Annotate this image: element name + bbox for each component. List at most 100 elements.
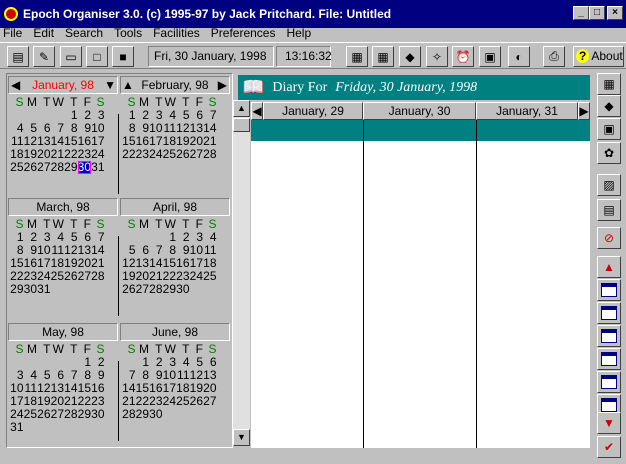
day-cell[interactable]: 30 bbox=[176, 283, 189, 296]
day-column-header[interactable]: January, 30 bbox=[363, 102, 476, 120]
day-cell[interactable]: 25 bbox=[163, 148, 176, 161]
month-header[interactable]: ◀ January, 98 ▼ bbox=[8, 76, 118, 94]
next-day-button[interactable]: ▶ bbox=[578, 102, 590, 120]
day-cell[interactable]: 31 bbox=[37, 283, 50, 296]
day-cell[interactable]: 25 bbox=[51, 270, 64, 283]
prev-month-icon[interactable]: ◀ bbox=[11, 77, 20, 93]
minimize-button[interactable]: _ bbox=[573, 6, 589, 20]
day-cell[interactable]: 29 bbox=[10, 283, 23, 296]
day-cell[interactable]: 28 bbox=[64, 408, 77, 421]
chart-icon[interactable]: ▨ bbox=[597, 174, 621, 196]
day-cell[interactable]: 30 bbox=[91, 408, 104, 421]
day-cell[interactable]: 24 bbox=[149, 148, 162, 161]
day-cell[interactable]: 27 bbox=[37, 161, 50, 174]
tasks-icon[interactable]: ▣ bbox=[597, 118, 621, 140]
open-icon[interactable]: ✎ bbox=[33, 46, 55, 67]
menu-preferences[interactable]: Preferences bbox=[211, 26, 276, 40]
printer-diary-icon[interactable]: ▦ bbox=[346, 46, 368, 67]
scroll-thumb[interactable] bbox=[233, 118, 250, 132]
menu-tools[interactable]: Tools bbox=[114, 26, 142, 40]
day-cell[interactable]: 27 bbox=[51, 408, 64, 421]
close-button[interactable]: × bbox=[607, 6, 623, 20]
print-icon[interactable]: ⎙ bbox=[543, 46, 565, 67]
day-2-icon[interactable] bbox=[597, 302, 621, 324]
day-3-icon[interactable] bbox=[597, 325, 621, 347]
day-cell[interactable]: 24 bbox=[163, 395, 176, 408]
scroll-up-button[interactable]: ▲ bbox=[233, 100, 250, 117]
day-cell[interactable]: 27 bbox=[136, 283, 149, 296]
year-calendar-icon[interactable]: ▤ bbox=[597, 199, 621, 221]
calendar-icon[interactable]: ▦ bbox=[597, 73, 621, 95]
month-header[interactable]: April, 98 bbox=[120, 198, 230, 216]
day-cell[interactable]: 25 bbox=[203, 270, 216, 283]
down-arrow-icon[interactable]: ▼ bbox=[597, 412, 621, 434]
day-cell[interactable]: 29 bbox=[136, 408, 149, 421]
day-cell[interactable]: 25 bbox=[176, 395, 189, 408]
month-header[interactable]: June, 98 bbox=[120, 323, 230, 341]
calendar-icon[interactable]: ▦ bbox=[372, 46, 394, 67]
day-cell[interactable]: 27 bbox=[203, 395, 216, 408]
blank-page-icon[interactable]: □ bbox=[86, 46, 108, 67]
day-cell[interactable]: 30 bbox=[24, 283, 37, 296]
day-cell[interactable]: 24 bbox=[190, 270, 203, 283]
day-cell[interactable]: 26 bbox=[190, 395, 203, 408]
menu-edit[interactable]: Edit bbox=[33, 26, 54, 40]
day-cell[interactable]: 26 bbox=[37, 408, 50, 421]
prev-day-button[interactable]: ◀ bbox=[251, 102, 263, 120]
day-cell[interactable]: 30 bbox=[149, 408, 162, 421]
chevron-up-icon[interactable]: ▲ bbox=[122, 77, 134, 93]
about-button[interactable]: ? About bbox=[573, 46, 624, 67]
day-cell[interactable]: 28 bbox=[122, 408, 135, 421]
month-header[interactable]: May, 98 bbox=[8, 323, 118, 341]
month-header[interactable]: March, 98 bbox=[8, 198, 118, 216]
day-cell[interactable]: 26 bbox=[24, 161, 37, 174]
day-1-icon[interactable] bbox=[597, 279, 621, 301]
eraser-icon[interactable]: ◆ bbox=[597, 95, 621, 117]
diary-body[interactable] bbox=[251, 141, 590, 448]
day-cell[interactable]: 30 bbox=[77, 161, 91, 174]
cancel-icon[interactable]: ⊘ bbox=[597, 227, 621, 249]
day-cell[interactable]: 26 bbox=[122, 283, 135, 296]
check-icon[interactable]: ✔ bbox=[597, 436, 621, 458]
day-cell[interactable]: 23 bbox=[136, 148, 149, 161]
menu-help[interactable]: Help bbox=[286, 26, 311, 40]
day-cell[interactable]: 28 bbox=[91, 270, 104, 283]
day-cell[interactable]: 26 bbox=[176, 148, 189, 161]
next-month-icon[interactable]: ▶ bbox=[218, 77, 227, 93]
day-cell[interactable]: 27 bbox=[190, 148, 203, 161]
day-5-icon[interactable] bbox=[597, 371, 621, 393]
maximize-button[interactable]: □ bbox=[589, 6, 605, 20]
up-arrow-icon[interactable]: ▲ bbox=[597, 256, 621, 278]
menu-facilities[interactable]: Facilities bbox=[153, 26, 200, 40]
day-cell[interactable]: 29 bbox=[64, 161, 77, 174]
eraser-icon[interactable]: ◆ bbox=[399, 46, 421, 67]
folder-icon[interactable]: ▭ bbox=[60, 46, 82, 67]
day-cell[interactable]: 28 bbox=[51, 161, 64, 174]
day-cell[interactable]: 22 bbox=[122, 148, 135, 161]
menu-file[interactable]: File bbox=[3, 26, 22, 40]
scroll-down-button[interactable]: ▼ bbox=[233, 429, 250, 446]
day-cell[interactable]: 27 bbox=[78, 270, 91, 283]
chevron-down-icon[interactable]: ▼ bbox=[104, 77, 116, 93]
month-header[interactable]: ▲ February, 98 ▶ bbox=[120, 76, 230, 94]
all-day-band[interactable] bbox=[251, 120, 590, 141]
notes-icon[interactable]: ▣ bbox=[479, 46, 501, 67]
day-cell[interactable]: 29 bbox=[163, 283, 176, 296]
new-document-icon[interactable]: ▤ bbox=[7, 46, 29, 67]
day-cell[interactable]: 28 bbox=[149, 283, 162, 296]
day-cell[interactable]: 25 bbox=[10, 161, 23, 174]
calendar-scrollbar[interactable]: ▲ ▼ bbox=[233, 100, 250, 446]
projector-icon[interactable]: ◐ bbox=[508, 46, 530, 67]
day-column-header[interactable]: January, 29 bbox=[263, 102, 363, 120]
save-icon[interactable]: ■ bbox=[112, 46, 134, 67]
day-cell[interactable]: 29 bbox=[78, 408, 91, 421]
day-4-icon[interactable] bbox=[597, 348, 621, 370]
day-cell[interactable]: 28 bbox=[203, 148, 216, 161]
day-cell[interactable]: 26 bbox=[64, 270, 77, 283]
find-icon[interactable]: ✧ bbox=[426, 46, 448, 67]
day-cell[interactable]: 31 bbox=[91, 161, 104, 174]
day-cell[interactable]: 25 bbox=[24, 408, 37, 421]
alarm-clock-icon[interactable]: ⏰ bbox=[452, 46, 474, 67]
day-column-header[interactable]: January, 31 bbox=[476, 102, 578, 120]
day-cell[interactable]: 31 bbox=[10, 421, 23, 434]
